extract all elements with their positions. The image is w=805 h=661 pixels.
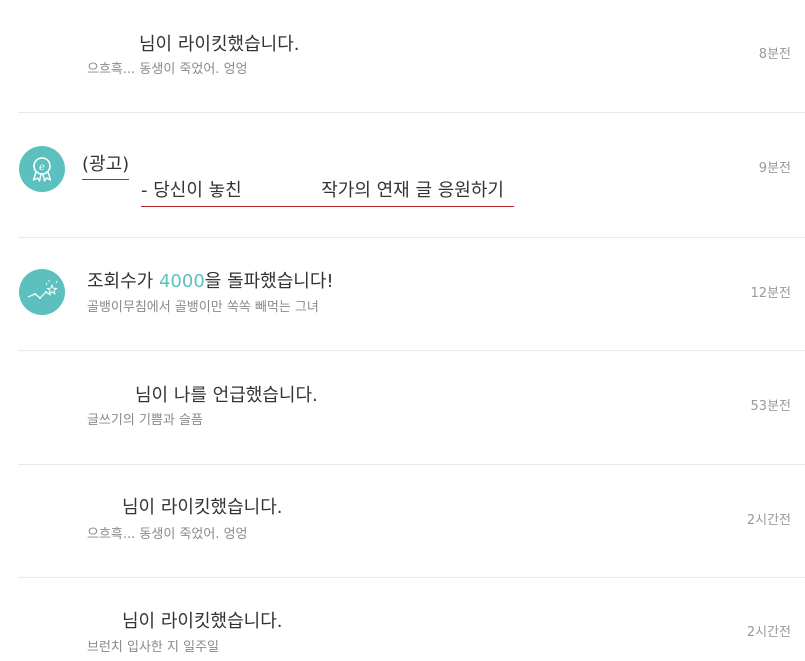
- title-suffix: 을 돌파했습니다!: [204, 271, 334, 292]
- notification-time: 12분전: [750, 286, 791, 301]
- star-chart-icon: [19, 269, 65, 315]
- notification-subtitle: 글쓰기의 기쁨과 슬픔: [87, 413, 203, 428]
- notification-subtitle: 골뱅이무침에서 골뱅이만 쏙쏙 빼먹는 그녀: [87, 300, 319, 315]
- notification-list: 님이 라이킷했습니다. 으흐흑... 동생이 죽었어. 엉엉 8분전 e (광고…: [0, 0, 805, 661]
- notification-title: 님이 라이킷했습니다.: [139, 34, 300, 55]
- notification-item-like-2[interactable]: 님이 라이킷했습니다. 으흐흑... 동생이 죽었어. 엉엉 2시간전: [0, 465, 805, 577]
- view-count: 4000: [158, 271, 205, 292]
- notification-time: 9분전: [758, 161, 791, 176]
- notification-title: 님이 라이킷했습니다.: [122, 611, 283, 632]
- notification-subtitle: 으흐흑... 동생이 죽었어. 엉엉: [87, 527, 248, 542]
- notification-title: 님이 나를 언급했습니다.: [135, 385, 318, 406]
- notification-item-ad[interactable]: e (광고) - 당신이 놓친 작가의 연재 글 응원하기 9분전: [0, 113, 805, 237]
- notification-time: 2시간전: [746, 513, 791, 528]
- notification-item-like-3[interactable]: 님이 라이킷했습니다. 브런치 입사한 지 일주일 2시간전: [0, 578, 805, 661]
- ad-tag-text: (광고): [82, 154, 130, 180]
- notification-subtitle: 으흐흑... 동생이 죽었어. 엉엉: [87, 62, 248, 77]
- notification-subtitle: 브런치 입사한 지 일주일: [87, 640, 219, 655]
- notification-title: 조회수가 4000을 돌파했습니다!: [87, 271, 334, 293]
- ad-prefix: - 당신이 놓친: [141, 180, 242, 201]
- notification-time: 2시간전: [746, 625, 791, 640]
- ad-text: 작가의 연재 글 응원하기: [321, 180, 504, 201]
- notification-title: 님이 라이킷했습니다.: [122, 497, 283, 518]
- ad-headline: - 당신이 놓친 작가의 연재 글 응원하기: [141, 180, 514, 207]
- ad-tag: (광고): [82, 154, 130, 180]
- notification-time: 8분전: [758, 47, 791, 62]
- notification-time: 53분전: [750, 399, 791, 414]
- e-badge-icon: e: [19, 146, 65, 192]
- title-prefix: 조회수가: [87, 271, 159, 292]
- svg-text:e: e: [39, 162, 45, 173]
- notification-item-mention[interactable]: 님이 나를 언급했습니다. 글쓰기의 기쁨과 슬픔 53분전: [0, 351, 805, 464]
- notification-item-views[interactable]: 조회수가 4000을 돌파했습니다! 골뱅이무침에서 골뱅이만 쏙쏙 빼먹는 그…: [0, 238, 805, 350]
- notification-item-like-1[interactable]: 님이 라이킷했습니다. 으흐흑... 동생이 죽었어. 엉엉 8분전: [0, 0, 805, 113]
